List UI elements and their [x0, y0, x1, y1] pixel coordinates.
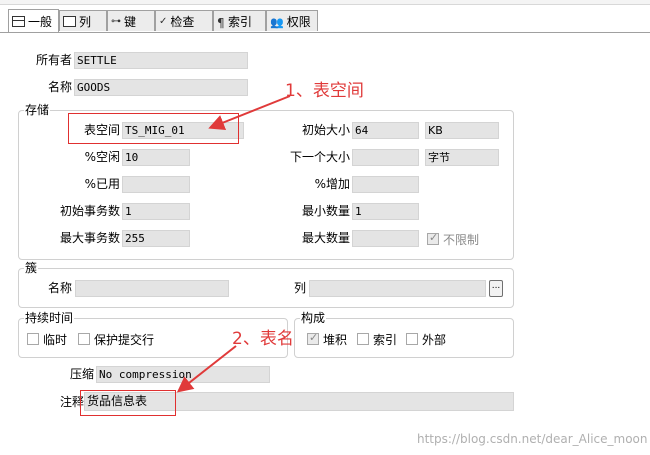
- tablename-annotation: 2、表名: [232, 329, 294, 349]
- tablespace-arrow: [208, 95, 291, 131]
- annotation-arrows: [176, 95, 291, 393]
- watermark: https://blog.csdn.net/dear_Alice_moon: [417, 432, 648, 446]
- tablespace-annotation: 1、表空间: [285, 81, 364, 101]
- tablename-arrow: [176, 345, 237, 393]
